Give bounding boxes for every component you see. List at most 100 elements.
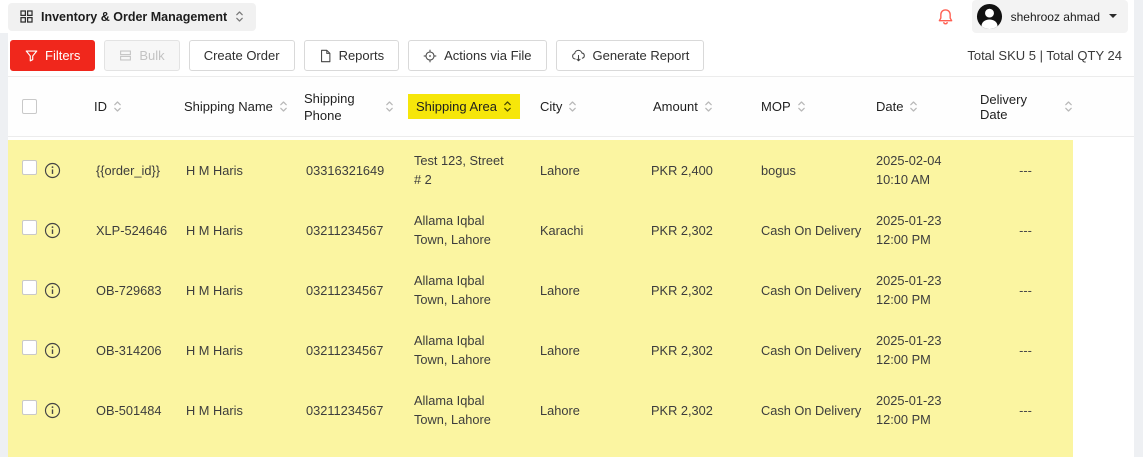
column-header-shipping-area[interactable]: Shipping Area (404, 77, 524, 136)
info-column-spacer (38, 77, 78, 136)
column-header-amount[interactable]: Amount (639, 77, 747, 136)
mop: Cash On Delivery (747, 281, 862, 300)
amount: PKR 2,302 (639, 401, 747, 420)
shipping-area: Allama Iqbal Town, Lahore (414, 211, 509, 249)
sort-icon[interactable] (909, 99, 918, 114)
row-checkbox[interactable] (22, 340, 37, 355)
table-body: {{order_id}} H M Haris 03316321649 Test … (8, 140, 1073, 457)
order-date: 2025-01-23 12:00 PM (862, 331, 978, 369)
unfold-icon (235, 9, 244, 24)
mop: Cash On Delivery (747, 221, 862, 240)
notifications-bell-icon[interactable] (937, 8, 954, 26)
column-header-id[interactable]: ID (78, 77, 174, 136)
shipping-phone: 03211234567 (294, 281, 404, 300)
amount: PKR 2,302 (639, 341, 747, 360)
shipping-phone: 03316321649 (294, 161, 404, 180)
toolbar: Filters Bulk Create Order (8, 33, 1134, 77)
info-icon[interactable] (44, 282, 61, 299)
column-header-shipping-name[interactable]: Shipping Name (174, 77, 294, 136)
column-header-date[interactable]: Date (862, 77, 978, 136)
actions-via-file-button[interactable]: Actions via File (408, 40, 546, 71)
row-checkbox[interactable] (22, 160, 37, 175)
sort-icon[interactable] (1064, 99, 1073, 114)
shipping-phone: 03211234567 (294, 401, 404, 420)
select-all-cell (8, 77, 38, 136)
user-name: shehrooz ahmad (1011, 10, 1100, 24)
sort-icon[interactable] (385, 99, 394, 114)
info-icon[interactable] (44, 162, 61, 179)
shipping-name: H M Haris (174, 341, 294, 360)
content-card: Filters Bulk Create Order (8, 33, 1134, 457)
table-row: OB-729683 H M Haris 03211234567 Allama I… (8, 260, 1073, 320)
aim-crosshair-icon (423, 49, 437, 63)
delivery-date: --- (978, 161, 1073, 180)
info-icon[interactable] (44, 342, 61, 359)
select-all-checkbox[interactable] (22, 99, 37, 114)
row-checkbox[interactable] (22, 220, 37, 235)
shipping-name: H M Haris (174, 281, 294, 300)
shipping-phone: 03211234567 (294, 341, 404, 360)
shipping-name: H M Haris (174, 221, 294, 240)
app-switcher[interactable]: Inventory & Order Management (8, 3, 256, 31)
table-header: ID Shipping Name Shipping Phone Shipping… (8, 77, 1134, 137)
table-body-wrap: {{order_id}} H M Haris 03316321649 Test … (8, 137, 1134, 457)
sort-icon[interactable] (704, 99, 713, 114)
row-checkbox[interactable] (22, 280, 37, 295)
highlighted-column-chip: Shipping Area (408, 94, 520, 119)
shipping-area: Test 123, Street # 2 (414, 151, 509, 189)
sort-icon[interactable] (503, 99, 512, 114)
order-id: OB-314206 (78, 341, 174, 360)
city: Karachi (524, 221, 639, 240)
sort-icon[interactable] (279, 99, 288, 114)
topbar: Inventory & Order Management sheh (0, 0, 1134, 33)
sort-icon[interactable] (568, 99, 577, 114)
page-title: Inventory & Order Management (41, 10, 227, 24)
mop: Cash On Delivery (747, 341, 862, 360)
column-header-delivery-date[interactable]: Delivery Date (978, 77, 1073, 136)
table-row: OB-314206 H M Haris 03211234567 Allama I… (8, 320, 1073, 380)
sort-icon[interactable] (797, 99, 806, 114)
mop: bogus (747, 161, 862, 180)
order-id: OB-501484 (78, 401, 174, 420)
table-row: XLP-524646 H M Haris 03211234567 Allama … (8, 200, 1073, 260)
order-id: {{order_id}} (78, 161, 174, 180)
city: Lahore (524, 281, 639, 300)
grid-icon (20, 10, 33, 23)
bulk-button[interactable]: Bulk (104, 40, 179, 71)
filter-funnel-icon (25, 49, 38, 62)
city: Lahore (524, 341, 639, 360)
filters-button[interactable]: Filters (10, 40, 95, 71)
generate-report-button[interactable]: Generate Report (556, 40, 705, 71)
order-id: XLP-524646 (78, 221, 174, 240)
order-date: 2025-02-04 10:10 AM (862, 151, 978, 189)
shipping-name: H M Haris (174, 161, 294, 180)
column-header-shipping-phone[interactable]: Shipping Phone (294, 77, 404, 136)
amount: PKR 2,302 (639, 281, 747, 300)
shipping-area: Allama Iqbal Town, Lahore (414, 271, 509, 309)
city: Lahore (524, 161, 639, 180)
totals-summary: Total SKU 5 | Total QTY 24 (967, 48, 1124, 63)
caret-down-icon (1108, 13, 1118, 20)
row-checkbox[interactable] (22, 400, 37, 415)
order-date: 2025-01-23 12:00 PM (862, 211, 978, 249)
sort-icon[interactable] (113, 99, 122, 114)
shipping-phone: 03211234567 (294, 221, 404, 240)
scrollbar-track[interactable] (1134, 0, 1143, 457)
report-file-icon (319, 49, 332, 63)
amount: PKR 2,302 (639, 221, 747, 240)
info-icon[interactable] (44, 222, 61, 239)
create-order-button[interactable]: Create Order (189, 40, 295, 71)
info-icon[interactable] (44, 402, 61, 419)
order-date: 2025-01-23 12:00 PM (862, 271, 978, 309)
delivery-date: --- (978, 221, 1073, 240)
amount: PKR 2,400 (639, 161, 747, 180)
user-menu[interactable]: shehrooz ahmad (972, 0, 1128, 33)
delivery-date: --- (978, 281, 1073, 300)
delivery-date: --- (978, 401, 1073, 420)
order-date: 2025-01-23 12:00 PM (862, 391, 978, 429)
cloud-download-icon (571, 49, 586, 62)
column-header-mop[interactable]: MOP (747, 77, 862, 136)
table-row: OB-501484 H M Haris 03211234567 Allama I… (8, 380, 1073, 440)
column-header-city[interactable]: City (524, 77, 639, 136)
reports-button[interactable]: Reports (304, 40, 400, 71)
